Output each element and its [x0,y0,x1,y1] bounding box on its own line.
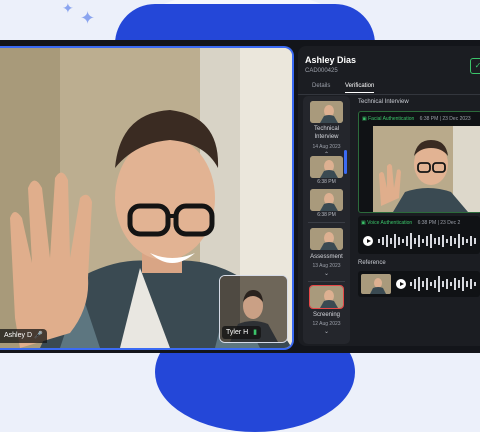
pip-participant-label: Tyler H ▮ [222,326,261,339]
face-auth-card: ▣ Facial Authentication 6:38 PM | 23 Dec… [358,111,480,213]
stage-date: 13 Aug 2023 [312,263,341,269]
face-auth-label: Facial Authentication [368,116,415,122]
face-scan-icon: ▣ [362,116,367,122]
voice-auth-status: ▣ Voice Authentication 6:38 PM | 23 Dec … [361,218,460,228]
reference-title: Reference [358,260,386,266]
verify-button[interactable]: ✓ [470,58,480,74]
candidate-name: Ashley Dias [305,55,357,65]
self-name: Ashley D [4,332,33,339]
face-auth-frame [373,126,480,212]
signal-icon: ▮ [253,329,257,336]
stage-label-line1: Technical [313,126,339,132]
stage-thumbnail[interactable] [310,189,343,211]
reference-image [361,274,391,294]
voice-icon: ▣ [361,220,366,226]
tab-verification[interactable]: Verification [345,80,375,93]
voice-auth-card: ▣ Voice Authentication 6:38 PM | 23 Dec … [358,216,480,254]
check-icon: ✓ [474,61,480,70]
face-auth-meta: 6:38 PM | 23 Dec 2023 [419,116,471,122]
stage-label-line2: Interview [314,134,339,140]
timeline-divider [308,281,345,282]
self-participant-label: Ashley D 🎤 [0,329,47,343]
thumbnail-time: 6:38 PM [317,212,336,218]
chevron-down-icon[interactable]: ⌄ [303,270,350,277]
face-auth-image[interactable] [373,126,480,212]
detail-section-title: Technical Interview [358,99,409,105]
voice-auth-meta: 6:38 PM | 23 Dec 2 [417,220,461,226]
voice-auth-label: Voice Authentication [367,220,413,226]
sparkle-icon-small: ✦ [80,8,96,28]
tab-details[interactable]: Details [312,80,330,92]
reference-thumbnail[interactable] [361,274,391,294]
reference-play-button[interactable] [396,279,406,289]
stage-label: Technical Interview [303,125,350,141]
face-auth-status: ▣ Facial Authentication 6:38 PM | 23 Dec… [362,114,471,124]
stage-thumbnail[interactable] [310,101,343,123]
stage-timeline: Technical Interview 14 Aug 2023 ⌃ 6:38 PM… [303,96,350,344]
stage-date: 12 Aug 2023 [312,321,341,327]
timeline-divider [308,222,345,223]
voice-play-button[interactable] [363,236,373,246]
thumbnail-image [310,228,343,250]
pip-name: Tyler H [226,329,249,336]
sparkle-icon: ✦ [62,0,74,16]
candidate-id: CAD000425 [305,68,338,74]
thumbnail-image [310,286,343,308]
stage-thumbnail[interactable] [309,285,344,309]
voice-waveform [378,233,476,249]
stage-thumbnail[interactable] [310,228,343,250]
stage-thumbnail[interactable] [310,156,343,178]
panel-tabs: Details Verification [298,80,480,95]
thumbnail-image [310,189,343,211]
stage-date: 14 Aug 2023 [312,144,341,150]
reference-waveform [410,276,476,292]
thumbnail-image [310,101,343,123]
background-blue-arc [115,4,375,44]
candidate-panel: Ashley Dias CAD000425 ✓ Details Verifica… [298,46,480,346]
stage-label: Assessment [310,254,343,260]
mic-icon: 🎤 [33,332,43,339]
thumbnail-time: 6:38 PM [317,179,336,185]
chevron-down-icon[interactable]: ⌄ [303,328,350,335]
reference-card [358,271,480,297]
stage-label: Screening [312,312,341,318]
thumbnail-image [310,156,343,178]
